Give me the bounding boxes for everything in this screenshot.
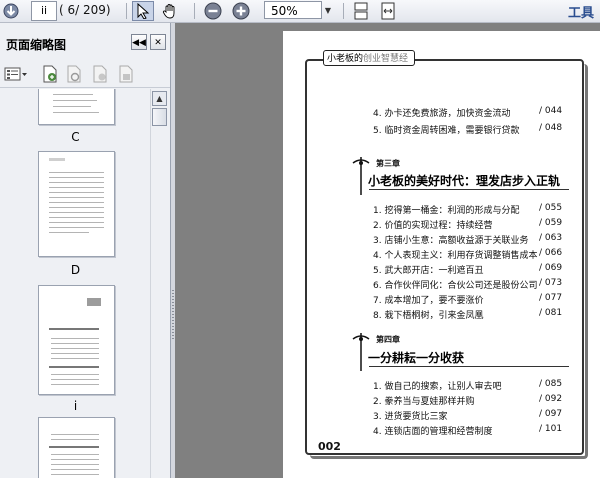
- header-text: 小老板的: [327, 54, 364, 64]
- next-page-button[interactable]: [2, 1, 20, 21]
- toc-page: / 101: [539, 424, 563, 434]
- zoom-out-button[interactable]: [203, 1, 223, 21]
- header-highlight: 创业智慧经: [363, 54, 409, 64]
- thumbnail-toolbar: [0, 61, 170, 88]
- hand-tool-button[interactable]: [159, 1, 181, 21]
- chapter-number: 第四章: [376, 335, 400, 344]
- scroll-up-button[interactable]: ▲: [152, 91, 167, 106]
- fit-width-icon: [381, 2, 395, 20]
- toc-page: / 059: [539, 218, 563, 228]
- close-panel-button[interactable]: ✕: [150, 34, 166, 50]
- rotate-page-button[interactable]: [64, 64, 84, 84]
- arrow-down-circle-icon: [3, 3, 19, 19]
- thumbnail-list: C D i: [0, 89, 150, 478]
- toc-entry: 3. 店铺小生意：高额收益源于关联业务: [373, 236, 529, 246]
- insert-page-button[interactable]: [40, 64, 60, 84]
- minus-circle-icon: [204, 2, 222, 20]
- toc-page: / 063: [539, 233, 563, 243]
- toc-entry: 2. 豢养当与夏娃那样并购: [373, 397, 475, 407]
- scrollbar-thumb[interactable]: [152, 108, 167, 126]
- page-properties-icon: [119, 65, 133, 83]
- toc-entry: 4. 连锁店面的管理和经营制度: [373, 427, 493, 437]
- chapter-number: 第三章: [376, 159, 400, 168]
- page-number-input[interactable]: ii: [31, 1, 57, 21]
- plus-circle-icon: [232, 2, 250, 20]
- chapter-title: 一分耕耘一分收获: [368, 351, 465, 365]
- page-thumbnail[interactable]: [38, 417, 115, 478]
- chevron-down-icon: ▼: [324, 5, 332, 15]
- thumbnail-label: C: [71, 130, 80, 144]
- thumbnail-scrollbar[interactable]: ▲: [150, 89, 167, 478]
- toolbar-separator: [194, 3, 195, 19]
- thumbnail-options-button[interactable]: [4, 64, 28, 84]
- toc-entry: 2. 价值的实现过程：持续经营: [373, 221, 493, 231]
- page-count-label: ( 6/ 209): [59, 3, 111, 17]
- toc-entry: 5. 临时资金周转困难，需要银行贷款: [373, 126, 520, 136]
- page-properties-button[interactable]: [116, 64, 136, 84]
- toc-entry: 1. 挖得第一桶金：利润的形成与分配: [373, 206, 520, 216]
- toc-page: / 081: [539, 308, 563, 318]
- toolbar-separator: [343, 3, 344, 19]
- document-page: 小老板的创业智慧经 4. 办卡还免费旅游，加快资金流动 / 044 5. 临时资…: [283, 31, 600, 478]
- toc-entry: 4. 个人表现主义：利用存货调整销售成本: [373, 251, 538, 261]
- toc-entry: 7. 成本增加了，要不要涨价: [373, 296, 484, 306]
- toc-entry: 1. 做自己的搜索，让别人审去吧: [373, 382, 502, 392]
- splitter-grip[interactable]: [172, 290, 174, 340]
- toc-page: / 055: [539, 203, 563, 213]
- zoom-level-field[interactable]: 50%: [264, 1, 322, 19]
- delete-page-button[interactable]: [90, 64, 110, 84]
- toc-page: / 066: [539, 248, 563, 258]
- toc-page: / 069: [539, 263, 563, 273]
- toc-entry: 5. 武大郎开店：一利遮百丑: [373, 266, 484, 276]
- toc-page: / 073: [539, 278, 563, 288]
- page-number: 002: [318, 440, 341, 453]
- page-insert-icon: [43, 65, 57, 83]
- page-thumbnail[interactable]: [38, 89, 115, 125]
- thumbnail-label: i: [73, 399, 78, 413]
- page-thumbnail[interactable]: [38, 151, 115, 257]
- toc-entry: 4. 办卡还免费旅游，加快资金流动: [373, 109, 511, 119]
- chevron-up-icon: ▲: [156, 94, 163, 103]
- page-delete-icon: [93, 65, 107, 83]
- page-rotate-icon: [67, 65, 81, 83]
- chapter-title: 小老板的美好时代：理发店步入正轨: [368, 174, 561, 188]
- toc-page: / 085: [539, 379, 563, 389]
- hand-icon: [162, 4, 175, 19]
- panel-options-button[interactable]: ◀◀: [131, 34, 147, 50]
- toc-page: / 092: [539, 394, 563, 404]
- toc-entry: 3. 进货要货比三家: [373, 412, 448, 422]
- thumbnail-panel: 页面缩略图 ◀◀ ✕ C D i ▲: [0, 23, 171, 478]
- close-icon: ✕: [154, 38, 162, 48]
- running-header: 小老板的创业智慧经: [323, 50, 415, 66]
- thumbnail-label: D: [70, 263, 81, 277]
- toc-entry: 6. 合作伙伴同化：合伙公司还是股份公司: [373, 281, 538, 291]
- fit-page-button[interactable]: [351, 1, 371, 21]
- double-chevron-left-icon: ◀◀: [132, 38, 146, 48]
- toc-page: / 097: [539, 409, 563, 419]
- toc-page: / 048: [539, 123, 563, 133]
- document-view[interactable]: 小老板的创业智慧经 4. 办卡还免费旅游，加快资金流动 / 044 5. 临时资…: [175, 23, 600, 478]
- fit-width-button[interactable]: [378, 1, 398, 21]
- cursor-arrow-icon: [137, 3, 150, 19]
- toolbar-separator: [126, 3, 127, 19]
- list-options-icon: [4, 67, 27, 81]
- toc-page: / 044: [539, 106, 563, 116]
- toc-entry: 8. 栽下梧桐树，引来金凤凰: [373, 311, 484, 321]
- select-tool-button[interactable]: [132, 1, 154, 21]
- fit-page-icon: [354, 2, 368, 20]
- zoom-dropdown-button[interactable]: ▼: [322, 1, 334, 19]
- chapter-rule: [369, 366, 569, 367]
- panel-title: 页面缩略图: [6, 38, 67, 52]
- tools-menu[interactable]: 工具: [568, 2, 594, 21]
- page-thumbnail[interactable]: [38, 285, 115, 395]
- chapter-rule: [369, 189, 569, 190]
- zoom-in-button[interactable]: [231, 1, 251, 21]
- toc-page: / 077: [539, 293, 563, 303]
- main-toolbar: ii ( 6/ 209) 50% ▼ 工具: [0, 0, 600, 23]
